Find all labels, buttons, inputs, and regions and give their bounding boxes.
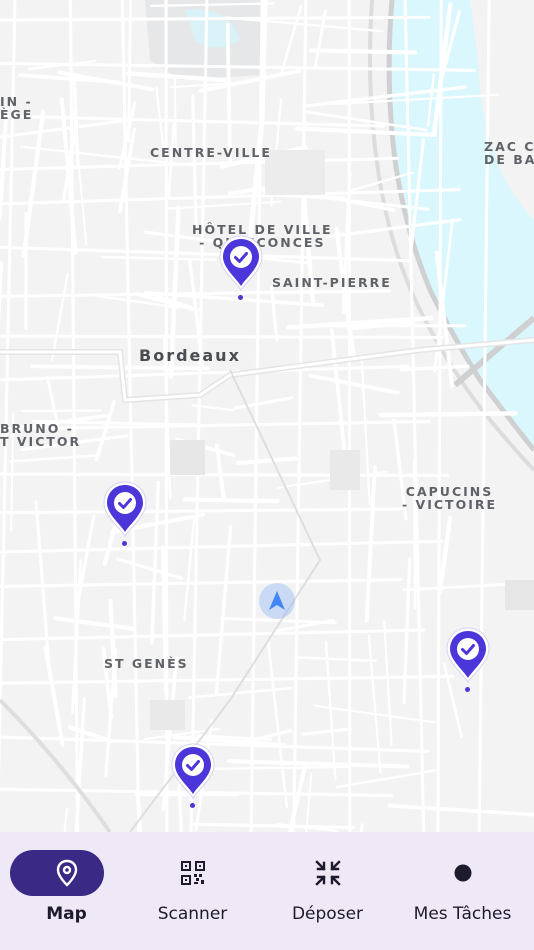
- nav-label-deposer: Déposer: [291, 904, 364, 924]
- city-label-bordeaux: Bordeaux: [139, 346, 241, 365]
- bottom-navigation-bar: Map Scanner Déposer Mes Tâches: [0, 832, 534, 950]
- check-marker-icon: [219, 235, 263, 291]
- check-marker-icon: [171, 743, 215, 799]
- nav-item-deposer[interactable]: Déposer: [261, 832, 394, 950]
- district-label-zac: ZAC C DE BA: [484, 139, 534, 167]
- district-label-partial-left: IN - ÈGE: [0, 94, 34, 122]
- task-marker-hotel-de-ville[interactable]: [217, 234, 265, 300]
- nav-label-map: Map: [46, 904, 87, 924]
- task-marker-east[interactable]: [444, 626, 492, 692]
- district-label-centre-ville: CENTRE-VILLE: [150, 145, 272, 160]
- collapse-arrows-icon: [314, 860, 341, 886]
- nav-item-mes-taches[interactable]: Mes Tâches: [396, 832, 529, 950]
- map-view[interactable]: IN - ÈGE CENTRE-VILLE HÔTEL DE VILLE - Q…: [0, 0, 534, 832]
- district-label-st-genes: ST GENÈS: [104, 656, 189, 671]
- navigation-arrow-icon: [269, 591, 285, 610]
- current-location-indicator: [259, 583, 295, 619]
- marker-anchor-dot: [238, 295, 243, 300]
- marker-anchor-dot: [465, 687, 470, 692]
- check-marker-icon: [103, 481, 147, 537]
- district-label-saint-pierre: SAINT-PIERRE: [272, 275, 392, 290]
- district-label-bruno-victor: BRUNO - T VICTOR: [0, 421, 82, 449]
- dot-icon: [454, 864, 471, 882]
- map-pin-icon: [56, 859, 77, 887]
- qr-code-icon: [180, 861, 205, 885]
- check-marker-icon: [446, 627, 490, 683]
- map-tiles[interactable]: [0, 0, 534, 832]
- district-label-capucins: CAPUCINS - VICTOIRE: [402, 484, 498, 512]
- marker-anchor-dot: [122, 541, 127, 546]
- nav-item-scanner[interactable]: Scanner: [126, 832, 259, 950]
- nav-label-scanner: Scanner: [157, 904, 228, 924]
- nav-item-map[interactable]: Map: [0, 832, 133, 950]
- task-marker-south[interactable]: [169, 742, 217, 808]
- nav-label-mes-taches: Mes Tâches: [413, 904, 512, 924]
- task-marker-west[interactable]: [101, 480, 149, 546]
- marker-anchor-dot: [190, 803, 195, 808]
